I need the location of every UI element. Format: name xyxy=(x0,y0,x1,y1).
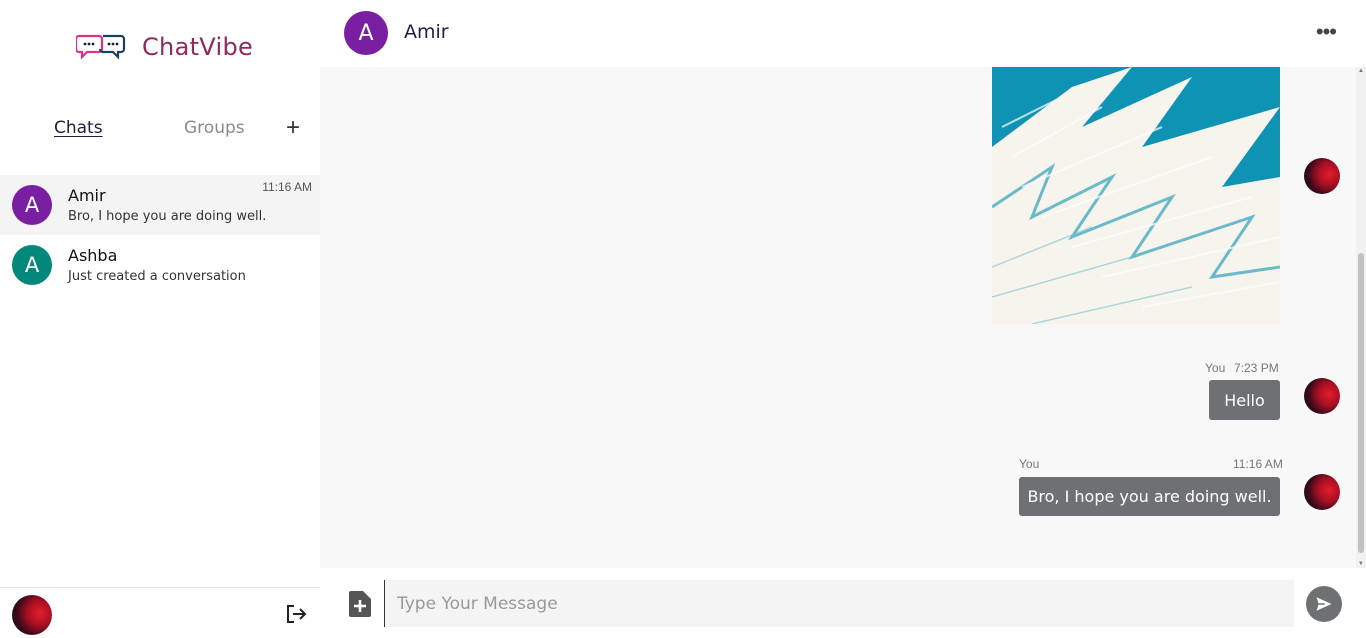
sidebar: ChatVibe Chats Groups + A Amir Bro, I ho… xyxy=(0,0,320,638)
chat-name: Amir xyxy=(68,186,106,205)
tab-chats[interactable]: Chats xyxy=(54,118,103,138)
chat-preview: Just created a conversation xyxy=(68,269,246,284)
logout-icon[interactable] xyxy=(284,602,308,626)
message-bubble[interactable]: Bro, I hope you are doing well. xyxy=(1019,477,1280,516)
plus-icon[interactable]: + xyxy=(286,115,300,141)
message-time: 7:23 PM xyxy=(1234,361,1279,375)
chat-item-amir[interactable]: A Amir Bro, I hope you are doing well. 1… xyxy=(0,175,320,235)
contact-avatar[interactable]: A xyxy=(344,11,388,55)
logo: ChatVibe xyxy=(76,30,253,64)
message-sender: You xyxy=(1019,457,1040,471)
chat-preview: Bro, I hope you are doing well. xyxy=(68,209,267,224)
message-bubble[interactable]: Hello xyxy=(1209,380,1280,420)
chat-item-ashba[interactable]: A Ashba Just created a conversation xyxy=(0,235,320,295)
sidebar-tabs: Chats Groups + xyxy=(0,115,320,144)
avatar: A xyxy=(12,185,52,225)
blue-white-paint-image xyxy=(992,67,1280,324)
scroll-thumb[interactable] xyxy=(1358,253,1364,553)
tab-groups[interactable]: Groups xyxy=(184,118,245,138)
message-sender: You xyxy=(1205,361,1226,375)
user-avatar[interactable] xyxy=(12,595,52,635)
scroll-up-arrow-icon[interactable]: ▲ xyxy=(1357,67,1365,75)
sidebar-footer xyxy=(0,587,320,638)
sender-avatar xyxy=(1304,158,1340,194)
more-horizontal-icon[interactable]: ••• xyxy=(1316,21,1337,43)
message-list: You 7:23 PM Hello You 11:16 AM Bro, I ho… xyxy=(320,67,1358,568)
contact-name: Amir xyxy=(404,21,449,43)
chat-list: A Amir Bro, I hope you are doing well. 1… xyxy=(0,175,320,295)
message-scrollbar[interactable]: ▲ ▼ xyxy=(1356,67,1366,568)
app-name: ChatVibe xyxy=(142,33,254,61)
send-button[interactable] xyxy=(1306,586,1342,622)
message-input[interactable] xyxy=(384,580,1294,627)
chat-bubbles-logo-icon xyxy=(76,34,126,60)
scroll-down-arrow-icon[interactable]: ▼ xyxy=(1357,560,1365,568)
message-composer xyxy=(320,568,1366,638)
avatar: A xyxy=(12,245,52,285)
sender-avatar xyxy=(1304,378,1340,414)
image-message[interactable] xyxy=(992,67,1280,324)
conversation-header: A Amir ••• xyxy=(320,0,1366,67)
chat-time: 11:16 AM xyxy=(262,180,312,194)
sender-avatar xyxy=(1304,474,1340,510)
file-add-icon[interactable] xyxy=(349,591,371,617)
chat-name: Ashba xyxy=(68,246,118,265)
send-icon xyxy=(1316,597,1332,611)
chat-app: ChatVibe Chats Groups + A Amir Bro, I ho… xyxy=(0,0,1366,638)
message-time: 11:16 AM xyxy=(1233,457,1283,471)
